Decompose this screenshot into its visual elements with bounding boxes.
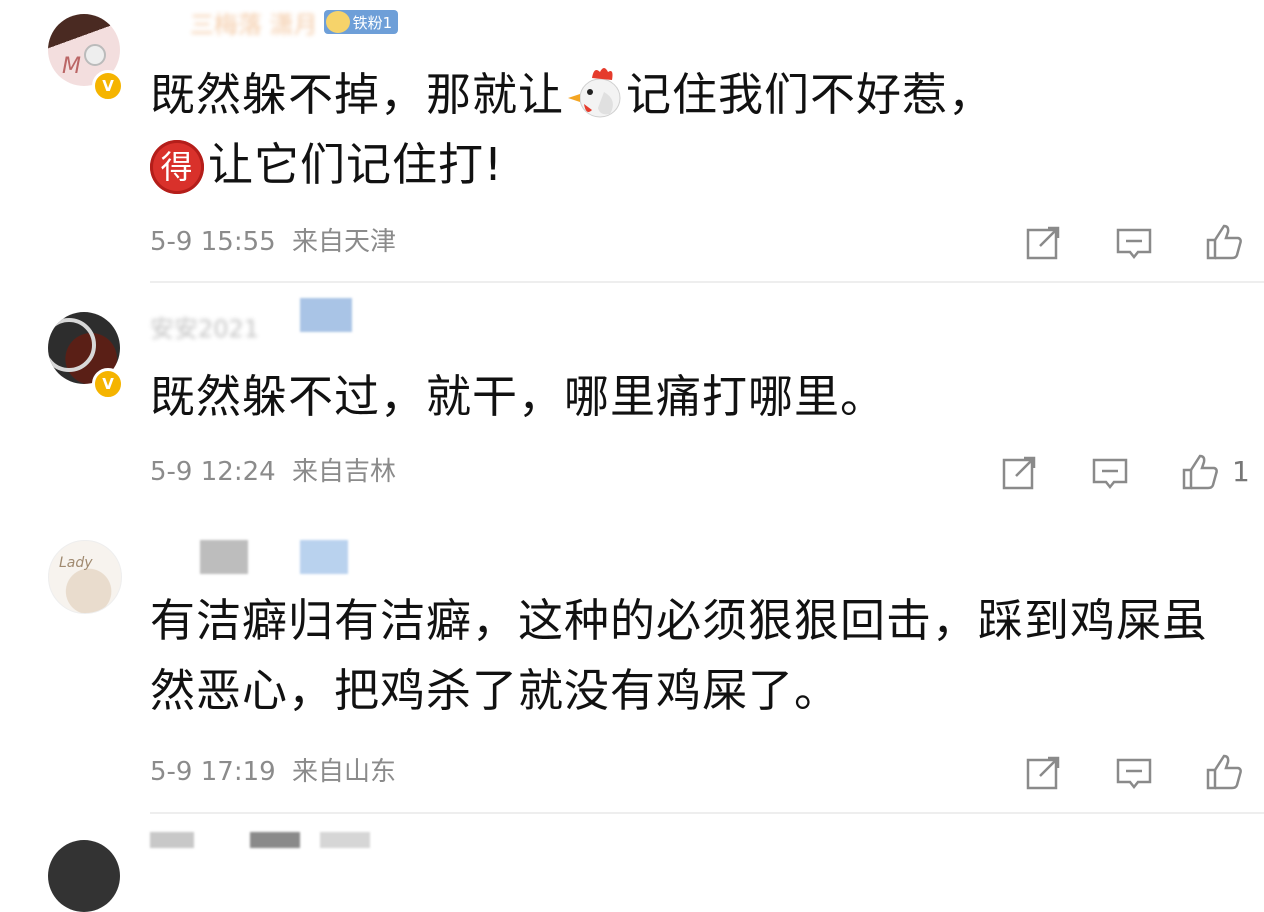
comment-text: 既然躲不过，就干，哪里痛打哪里。 (150, 370, 887, 423)
username-redaction (250, 832, 300, 848)
thumbs-up-icon[interactable] (1204, 752, 1244, 792)
verified-v-icon: V (92, 70, 124, 102)
username-redaction (200, 540, 248, 574)
thumbs-up-icon[interactable] (1204, 222, 1244, 262)
comment-date: 5-9 12:24 (150, 457, 276, 487)
username-row[interactable]: 安安2021 (150, 308, 259, 344)
username-redaction (150, 832, 194, 848)
comment-text-part: 记住我们不好惹， (626, 68, 995, 121)
fan-badge-icon (325, 11, 350, 33)
username-redaction (320, 832, 370, 848)
comment-location: 来自吉林 (291, 457, 396, 487)
comment-text: 有洁癖归有洁癖，这种的必须狠狠回击，踩到鸡屎虽然恶心，把鸡杀了就没有鸡屎了。 (150, 594, 1209, 717)
comment-item-partial (0, 822, 1264, 912)
like-count: 1 (1232, 455, 1250, 488)
divider (150, 812, 1264, 814)
share-icon[interactable] (1024, 222, 1064, 262)
comment-item: Lady 有洁癖归有洁癖，这种的必须狠狠回击，踩到鸡屎虽然恶心，把鸡杀了就没有鸡… (0, 522, 1264, 822)
username-redaction (300, 298, 352, 332)
comment-text-part: 既然躲不掉，那就让 (150, 68, 565, 121)
comment-item: M V 三梅落 潇月 铁粉1 既然躲不掉，那就让 记住我们不好惹， 得让它们记住… (0, 0, 1264, 283)
chicken-emoji-icon (568, 68, 621, 118)
fan-badge-label: 铁粉1 (352, 13, 393, 32)
comment-meta: 5-9 12:24 来自吉林 (150, 454, 396, 490)
comment-icon[interactable] (1114, 222, 1154, 262)
comment-date: 5-9 17:19 (150, 757, 276, 787)
share-icon[interactable] (1024, 752, 1064, 792)
avatar[interactable] (48, 840, 120, 912)
username-redaction (300, 540, 348, 574)
username[interactable]: 三梅落 潇月 (190, 5, 318, 40)
share-icon[interactable] (1000, 452, 1040, 492)
comment-date: 5-9 15:55 (150, 227, 276, 257)
comment-location: 来自山东 (291, 757, 396, 787)
comment-location: 来自天津 (291, 227, 396, 257)
de-emoji-icon: 得 (150, 140, 204, 194)
avatar[interactable]: Lady (48, 540, 122, 614)
comment-meta: 5-9 17:19 来自山东 (150, 754, 396, 790)
fan-badge[interactable]: 铁粉1 (323, 10, 399, 34)
username[interactable]: 安安2021 (150, 309, 259, 344)
comment-meta: 5-9 15:55 来自天津 (150, 224, 396, 260)
comment-item: V 安安2021 既然躲不过，就干，哪里痛打哪里。 5-9 12:24 来自吉林… (0, 282, 1264, 522)
comment-icon[interactable] (1090, 452, 1130, 492)
comment-text: 既然躲不掉，那就让 记住我们不好惹， 得让它们记住打! (150, 60, 1250, 200)
comment-text-part: 让它们记住打! (208, 138, 504, 191)
comment-icon[interactable] (1114, 752, 1154, 792)
username-row[interactable]: 三梅落 潇月 铁粉1 (150, 4, 399, 40)
thumbs-up-icon[interactable] (1180, 452, 1220, 492)
verified-v-icon: V (92, 368, 124, 400)
